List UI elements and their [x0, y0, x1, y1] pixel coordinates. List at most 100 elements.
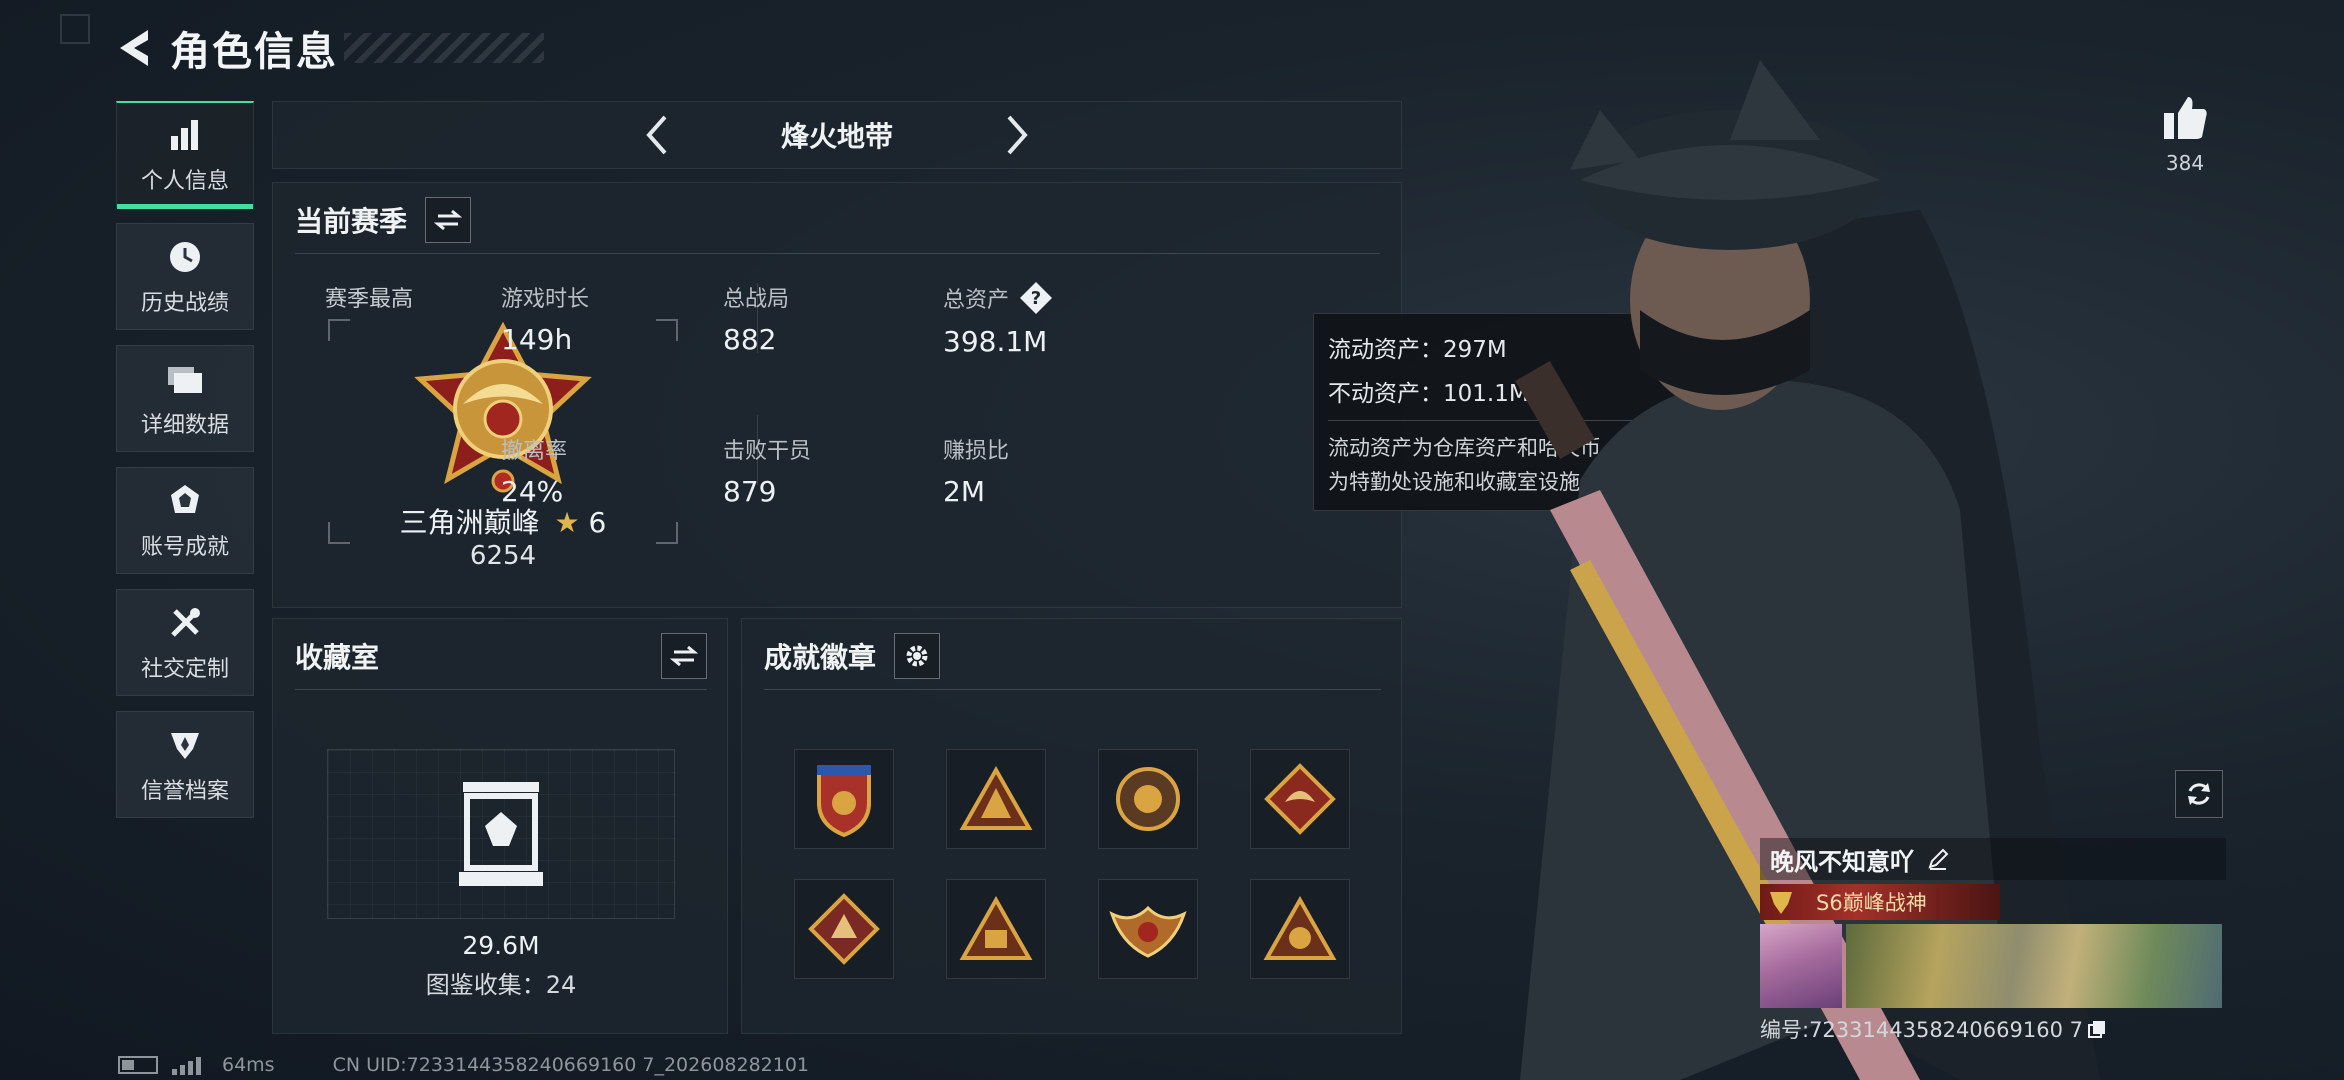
nav-label: 个人信息: [140, 169, 229, 194]
copy-icon: [2087, 1021, 2105, 1038]
history-icon: [165, 237, 205, 277]
swap-icon: [670, 645, 698, 667]
badges-header: 成就徽章: [764, 633, 941, 679]
stat-label-row: 总资产 ?: [943, 281, 1053, 315]
avatar[interactable]: [1760, 924, 1842, 1008]
badge-slot[interactable]: [794, 879, 894, 979]
rank-name: 三角洲巅峰: [399, 506, 540, 539]
copy-id-button[interactable]: [2087, 1019, 2107, 1039]
nav-label: 详细数据: [140, 412, 229, 438]
chevron-left-icon: [646, 115, 667, 155]
like-widget[interactable]: 384: [2150, 95, 2220, 175]
badge-slot[interactable]: [1098, 749, 1198, 849]
star-icon: ★: [554, 506, 580, 539]
title-emblem-icon: [1766, 887, 1796, 917]
status-bar: 64ms CN UID:7233144358240669160 7_202608…: [118, 1054, 809, 1076]
badges-title: 成就徽章: [764, 641, 877, 674]
stat-playtime: 游戏时长 149h: [501, 281, 589, 356]
chevron-right-icon: [1007, 115, 1028, 155]
swap-icon: [434, 209, 463, 231]
triangle-badge-icon: [959, 766, 1033, 830]
edit-name-button[interactable]: [1926, 847, 1950, 871]
stat-value: 398.1M: [943, 325, 1048, 358]
nav-item-details[interactable]: 详细数据: [116, 345, 254, 452]
nav-label: 社交定制: [140, 656, 229, 682]
player-title-plate: S6巅峰战神: [1760, 884, 2000, 920]
stat-value: 24%: [501, 475, 564, 508]
mode-selector: 烽火地带: [272, 101, 1402, 169]
season-divider: [295, 253, 1380, 254]
badge-slot[interactable]: [1098, 879, 1198, 979]
display-cabinet-icon: [459, 782, 543, 886]
page-header: 角色信息: [110, 18, 544, 78]
wolf-badge-icon: [808, 893, 880, 965]
gear-icon: [906, 645, 928, 667]
shield-badge-icon: [817, 765, 871, 838]
battery-icon: [118, 1056, 158, 1074]
stat-value: 882: [723, 323, 777, 356]
season-panel: 当前赛季 赛季最高 三角洲巅峰 ★ 6 6254 游戏时长 149h 总战局 8…: [272, 182, 1402, 608]
achievement-icon: [165, 481, 205, 521]
emblem-badge-icon: [1263, 896, 1337, 960]
stat-total-assets: 总资产 ? 398.1M: [943, 281, 1053, 358]
badge-slot[interactable]: [794, 749, 894, 849]
pencil-icon: [1928, 848, 1949, 870]
dragon-badge-icon: [1264, 763, 1336, 835]
badges-settings-button[interactable]: [894, 633, 941, 679]
player-card: 晚风不知意吖 S6巅峰战神 编号:7233144358240669160 7: [1760, 838, 2226, 1044]
tools-icon: [165, 603, 205, 643]
stat-label: 撤离率: [501, 439, 568, 464]
badge-slot[interactable]: [1250, 749, 1350, 849]
folders-icon: [165, 359, 205, 399]
collection-switch-button[interactable]: [661, 633, 707, 679]
stat-value: 2M: [943, 475, 985, 508]
badge-slot[interactable]: [1250, 879, 1350, 979]
collection-panel: 收藏室 29.6M 图鉴收集：24: [272, 618, 728, 1034]
nav-item-achievements[interactable]: 账号成就: [116, 467, 254, 574]
nav-item-personal-info[interactable]: 个人信息: [116, 101, 254, 209]
stat-label: 击败干员: [723, 439, 812, 464]
rank-stars: 6: [588, 506, 607, 539]
stat-total-matches: 总战局 882: [723, 281, 789, 356]
player-name-row: 晚风不知意吖: [1760, 838, 2226, 880]
collection-cabinet[interactable]: [327, 749, 675, 919]
season-header: 当前赛季: [295, 197, 472, 243]
stat-profit-ratio: 赚损比 2M: [943, 433, 1009, 508]
winged-badge-icon: [1109, 905, 1187, 958]
player-name: 晚风不知意吖: [1770, 847, 1914, 876]
nav-item-social[interactable]: 社交定制: [116, 589, 254, 696]
back-button[interactable]: [110, 24, 158, 72]
nav-item-history[interactable]: 历史战绩: [116, 223, 254, 330]
stat-extract-rate: 撤离率 24%: [501, 433, 567, 508]
stat-label: 总战局: [723, 287, 790, 312]
thumbs-up-icon: [2164, 97, 2207, 139]
stat-label: 总资产: [943, 288, 1010, 313]
badge-grid: [794, 749, 1350, 979]
player-banner: [1846, 924, 2222, 1008]
season-switch-button[interactable]: [425, 197, 472, 243]
season-title: 当前赛季: [295, 205, 408, 238]
prev-mode-button[interactable]: [627, 105, 687, 165]
stat-kills: 击败干员 879: [723, 433, 811, 508]
collection-header: 收藏室: [295, 633, 707, 679]
back-arrow-icon: [120, 30, 148, 66]
bar-chart-icon: [165, 115, 205, 155]
corner-decoration: [60, 14, 90, 44]
help-icon[interactable]: ?: [1019, 281, 1053, 315]
stat-label: 赚损比: [943, 439, 1010, 464]
header-decoration: [344, 33, 544, 63]
rank-score: 6254: [469, 541, 537, 571]
season-best-label: 赛季最高: [325, 287, 414, 312]
pyramid-badge-icon: [959, 896, 1033, 960]
page-title: 角色信息: [170, 29, 338, 75]
refresh-button[interactable]: [2175, 770, 2223, 818]
badge-slot[interactable]: [946, 749, 1046, 849]
player-media: [1760, 924, 2226, 1008]
badges-panel: 成就徽章: [741, 618, 1402, 1034]
nav-item-reputation[interactable]: 信誉档案: [116, 711, 254, 818]
collection-value: 29.6M: [462, 931, 540, 960]
svg-text:?: ?: [1031, 288, 1041, 309]
mode-title: 烽火地带: [780, 120, 893, 153]
badge-slot[interactable]: [946, 879, 1046, 979]
next-mode-button[interactable]: [987, 105, 1047, 165]
